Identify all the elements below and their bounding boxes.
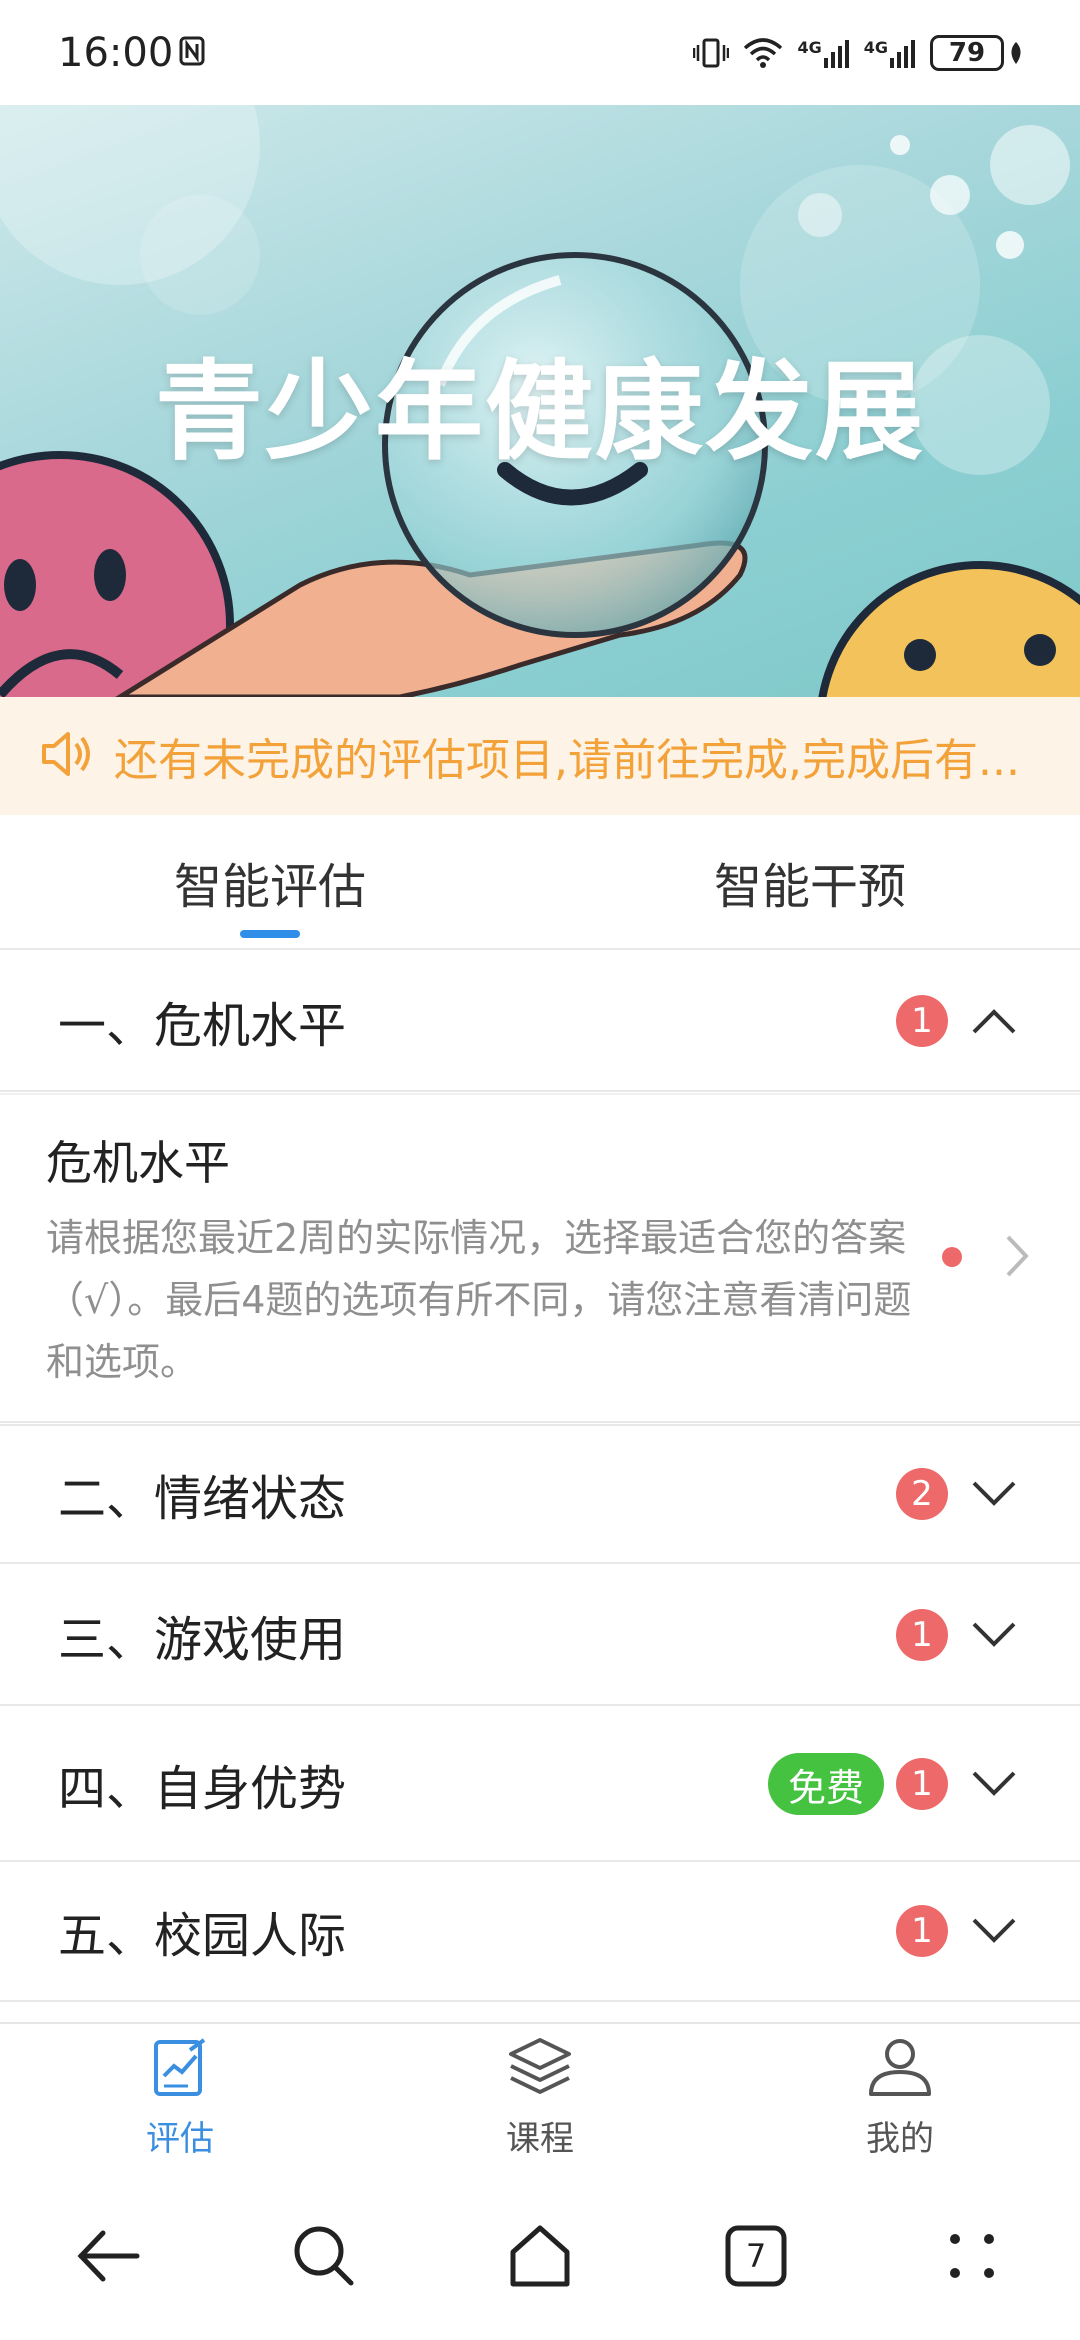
- signal-icon-2: 4G: [864, 38, 916, 68]
- tab-bar: 智能评估 智能干预: [0, 815, 1080, 950]
- nav-label: 课程: [506, 2119, 574, 2159]
- user-icon: [867, 2036, 933, 2107]
- count-badge: 1: [896, 1905, 948, 1957]
- chevron-down-icon: [966, 1466, 1022, 1522]
- bottom-navigation: 评估 课程 我的: [0, 2022, 1080, 2172]
- notice-bar[interactable]: 还有未完成的评估项目,请前往完成,完成后有...: [0, 697, 1080, 815]
- nfc-icon: [179, 30, 205, 76]
- search-icon[interactable]: [279, 2211, 369, 2301]
- tab-count: 7: [745, 2237, 767, 2275]
- assessment-icon: [152, 2036, 208, 2107]
- speaker-icon: [40, 728, 96, 784]
- chevron-up-icon: [966, 993, 1022, 1049]
- wifi-icon: [743, 37, 783, 68]
- back-icon[interactable]: [63, 2211, 153, 2301]
- tab-smart-assessment[interactable]: 智能评估: [0, 815, 540, 948]
- chevron-down-icon: [966, 1903, 1022, 1959]
- status-bar: 16:00 4G 4G 79: [0, 0, 1080, 105]
- signal-icon-1: 4G: [797, 38, 849, 68]
- count-badge: 1: [896, 1758, 948, 1810]
- chevron-down-icon: [966, 1756, 1022, 1812]
- chevron-down-icon: [966, 1607, 1022, 1663]
- section-game-usage[interactable]: 三、游戏使用 1: [0, 1566, 1080, 1706]
- free-badge: 免费: [767, 1753, 884, 1815]
- nav-assessment[interactable]: 评估: [0, 2024, 360, 2172]
- unread-dot: [942, 1247, 962, 1267]
- section-title: 二、情绪状态: [58, 1471, 347, 1527]
- tab-smart-intervention[interactable]: 智能干预: [540, 815, 1080, 948]
- tabs-icon[interactable]: 7: [711, 2211, 801, 2301]
- nav-profile[interactable]: 我的: [720, 2024, 1080, 2172]
- status-time: 16:00: [58, 29, 174, 76]
- battery-icon: 79: [930, 34, 1024, 71]
- section-crisis-level[interactable]: 一、危机水平 1: [0, 952, 1080, 1092]
- count-badge: 2: [896, 1468, 948, 1520]
- count-badge: 1: [896, 1609, 948, 1661]
- assessment-item-title: 危机水平: [46, 1136, 230, 1190]
- section-emotional-state[interactable]: 二、情绪状态 2: [0, 1424, 1080, 1564]
- layers-icon: [507, 2036, 573, 2107]
- count-badge: 1: [896, 995, 948, 1047]
- notice-text: 还有未完成的评估项目,请前往完成,完成后有...: [114, 735, 1020, 786]
- hero-banner[interactable]: 青少年健康发展: [0, 105, 1080, 697]
- home-icon[interactable]: [495, 2211, 585, 2301]
- more-icon[interactable]: [927, 2211, 1017, 2301]
- section-title: 三、游戏使用: [58, 1612, 347, 1668]
- nav-label: 评估: [146, 2119, 214, 2159]
- section-title: 五、校园人际: [58, 1908, 347, 1964]
- section-title: 一、危机水平: [58, 998, 347, 1054]
- battery-level: 79: [948, 37, 986, 68]
- assessment-item-crisis-level[interactable]: 危机水平 请根据您最近2周的实际情况，选择最适合您的答案（√）。最后4题的选项有…: [0, 1095, 1080, 1423]
- status-right: 4G 4G 79: [693, 34, 1024, 71]
- section-campus-relations[interactable]: 五、校园人际 1: [0, 1862, 1080, 2002]
- nav-label: 我的: [866, 2119, 934, 2159]
- system-navigation: 7: [0, 2172, 1080, 2340]
- nav-courses[interactable]: 课程: [360, 2024, 720, 2172]
- status-left: 16:00: [58, 30, 205, 76]
- section-title: 四、自身优势: [58, 1761, 347, 1817]
- banner-title: 青少年健康发展: [154, 350, 925, 475]
- assessment-item-description: 请根据您最近2周的实际情况，选择最适合您的答案（√）。最后4题的选项有所不同，请…: [46, 1216, 912, 1384]
- chevron-right-icon: [1004, 1233, 1032, 1283]
- section-self-strengths[interactable]: 四、自身优势 免费 1: [0, 1708, 1080, 1862]
- vibrate-icon: [693, 37, 730, 69]
